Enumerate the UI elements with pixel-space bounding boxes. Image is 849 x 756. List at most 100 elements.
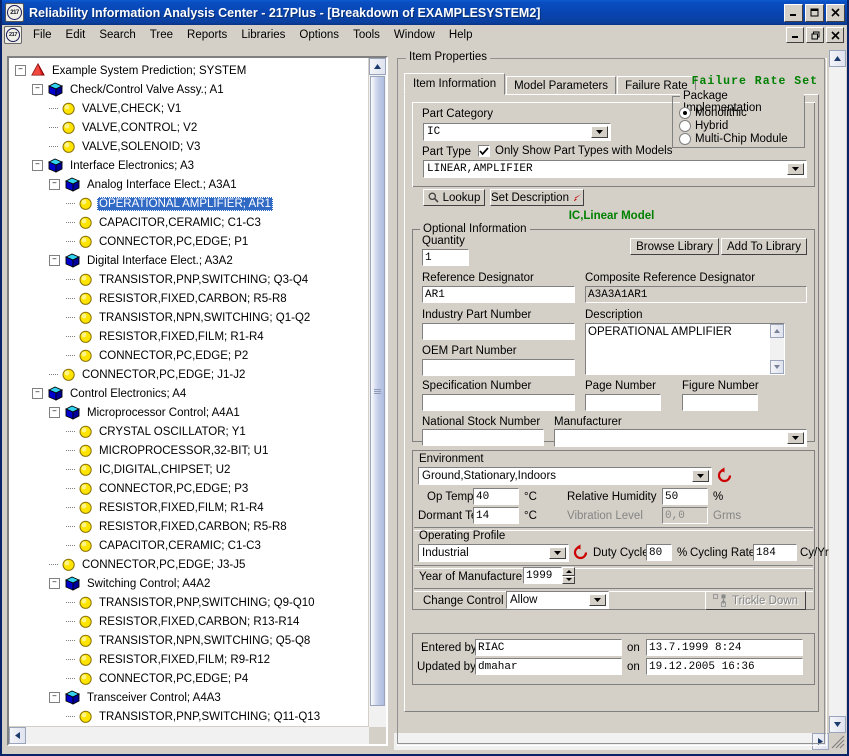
tree-node[interactable]: Switching Control; A4A2 [15,574,369,593]
quantity-input[interactable]: 1 [422,249,469,266]
tree-expander-collapse-icon[interactable] [49,179,60,190]
menu-item-window[interactable]: Window [387,27,442,43]
tab-model-parameters[interactable]: Model Parameters [506,76,617,95]
tree-expander-collapse-icon[interactable] [49,692,60,703]
radio-hybrid[interactable]: Hybrid [679,120,728,132]
tree-node[interactable]: CONNECTOR,PC,EDGE; P4 [15,669,369,688]
tree-node[interactable]: Check/Control Valve Assy.; A1 [15,80,369,99]
tree-node[interactable]: CONNECTOR,PC,EDGE; P2 [15,346,369,365]
menu-item-file[interactable]: File [26,27,59,43]
tree-node[interactable]: RESISTOR,FIXED,FILM; R1-R4 [15,327,369,346]
document-icon[interactable]: 217 [4,26,22,44]
only-show-with-models-row[interactable]: Only Show Part Types with Models [478,145,672,157]
manufacturer-combo[interactable] [554,429,807,447]
browse-library-button[interactable]: Browse Library [630,238,719,255]
menu-item-tree[interactable]: Tree [143,27,180,43]
reference-designator-input[interactable]: AR1 [422,286,575,303]
page-number-input[interactable] [585,394,661,411]
menu-item-libraries[interactable]: Libraries [234,27,292,43]
chevron-down-icon[interactable] [692,470,709,482]
properties-scroll-down-button[interactable] [829,716,846,733]
tree-node[interactable]: TRANSISTOR,NPN,SWITCHING; Q1-Q2 [15,308,369,327]
tree-node[interactable]: Microprocessor Control; A4A1 [15,403,369,422]
dormant-temp-input[interactable]: 14 [473,507,519,524]
specification-number-input[interactable] [422,394,575,411]
tree-node[interactable]: VALVE,SOLENOID; V3 [15,137,369,156]
duty-cycle-input[interactable]: 80 [646,544,672,561]
tree-node[interactable]: RESISTOR,FIXED,FILM; R1-R4 [15,498,369,517]
tree-node[interactable]: IC,DIGITAL,CHIPSET; U2 [15,460,369,479]
mdi-close-button[interactable] [826,27,844,43]
menu-item-reports[interactable]: Reports [180,27,234,43]
entered-by-input[interactable]: RIAC [475,639,622,656]
updated-by-input[interactable]: dmahar [475,658,622,675]
description-textarea[interactable]: OPERATIONAL AMPLIFIER [585,323,785,375]
mdi-restore-button[interactable] [806,27,824,43]
tree-node[interactable]: RESISTOR,FIXED,FILM; R9-R12 [15,650,369,669]
mdi-minimize-button[interactable] [786,27,804,43]
close-button[interactable] [826,3,845,22]
description-scroll-up-button[interactable] [770,324,784,338]
tree-node[interactable]: TRANSISTOR,PNP,SWITCHING; Q9-Q10 [15,593,369,612]
properties-scroll-up-button[interactable] [829,50,846,67]
menu-item-help[interactable]: Help [442,27,480,43]
year-decrement-button[interactable] [562,575,575,584]
tab-item-information[interactable]: Item Information [404,73,506,95]
part-category-combo[interactable]: IC [423,123,611,141]
updated-on-input[interactable]: 19.12.2005 16:36 [646,658,803,675]
chevron-down-icon[interactable] [787,163,804,175]
tree-expander-collapse-icon[interactable] [32,388,43,399]
environment-combo[interactable]: Ground,Stationary,Indoors [418,467,712,485]
chevron-down-icon[interactable] [549,547,566,559]
tree-node[interactable]: CAPACITOR,CERAMIC; C1-C3 [15,536,369,555]
description-scroll-down-button[interactable] [770,360,784,374]
tree-node[interactable]: RESISTOR,FIXED,CARBON; R5-R8 [15,517,369,536]
radio-multi-chip-module-button[interactable] [679,133,691,145]
radio-hybrid-button[interactable] [679,120,691,132]
tree-expander-collapse-icon[interactable] [49,255,60,266]
tree-node[interactable]: CONNECTOR,PC,EDGE; P3 [15,479,369,498]
tree-expander-collapse-icon[interactable] [15,65,26,76]
tree-node[interactable]: CONNECTOR,PC,EDGE; J1-J2 [15,365,369,384]
chevron-down-icon[interactable] [589,594,606,606]
tree-scrollbar-thumb[interactable] [370,76,385,706]
operating-profile-combo[interactable]: Industrial [418,544,569,562]
tree-node[interactable]: Control Electronics; A4 [15,384,369,403]
year-of-manufacture-stepper[interactable] [562,567,575,584]
tree-node[interactable]: CONNECTOR,PC,EDGE; J3-J5 [15,555,369,574]
menu-item-options[interactable]: Options [292,27,346,43]
tree-expander-collapse-icon[interactable] [49,407,60,418]
breakdown-tree[interactable]: Example System Prediction; SYSTEM Check/C… [9,58,369,727]
tree-node[interactable]: Analog Interface Elect.; A3A1 [15,175,369,194]
tree-node[interactable]: Interface Electronics; A3 [15,156,369,175]
tree-node[interactable]: VALVE,CHECK; V1 [15,99,369,118]
description-scrollbar[interactable] [770,324,784,374]
tree-node[interactable]: MICROPROCESSOR,32-BIT; U1 [15,441,369,460]
menu-item-tools[interactable]: Tools [346,27,387,43]
cycling-rate-input[interactable]: 184 [753,544,797,561]
add-to-library-button[interactable]: Add To Library [721,238,807,255]
maximize-button[interactable] [805,3,824,22]
tree-node[interactable]: OPERATIONAL AMPLIFIER; AR1 [15,194,369,213]
radio-multi-chip-module[interactable]: Multi-Chip Module [679,133,788,145]
tree-node[interactable]: Transceiver Control; A4A3 [15,688,369,707]
op-temp-input[interactable]: 40 [473,488,519,505]
chevron-down-icon[interactable] [591,126,608,138]
change-control-combo[interactable]: Allow [506,591,609,609]
tree-vertical-scrollbar[interactable] [368,58,386,727]
tree-expander-collapse-icon[interactable] [32,84,43,95]
tree-expander-collapse-icon[interactable] [32,160,43,171]
minimize-button[interactable] [784,3,803,22]
oem-part-number-input[interactable] [422,359,575,376]
tree-node[interactable]: TRANSISTOR,PNP,SWITCHING; Q11-Q13 [15,707,369,726]
lookup-button[interactable]: Lookup [423,189,485,206]
figure-number-input[interactable] [682,394,758,411]
tree-node[interactable]: Digital Interface Elect.; A3A2 [15,251,369,270]
tree-node[interactable]: VALVE,CONTROL; V2 [15,118,369,137]
tree-node[interactable]: RESISTOR,FIXED,CARBON; R5-R8 [15,289,369,308]
tree-node[interactable]: Example System Prediction; SYSTEM [15,61,369,80]
environment-reset-icon[interactable] [716,467,733,487]
year-of-manufacture-input[interactable]: 1999 [523,567,562,584]
operating-profile-reset-icon[interactable] [572,544,589,564]
menu-item-search[interactable]: Search [92,27,142,43]
